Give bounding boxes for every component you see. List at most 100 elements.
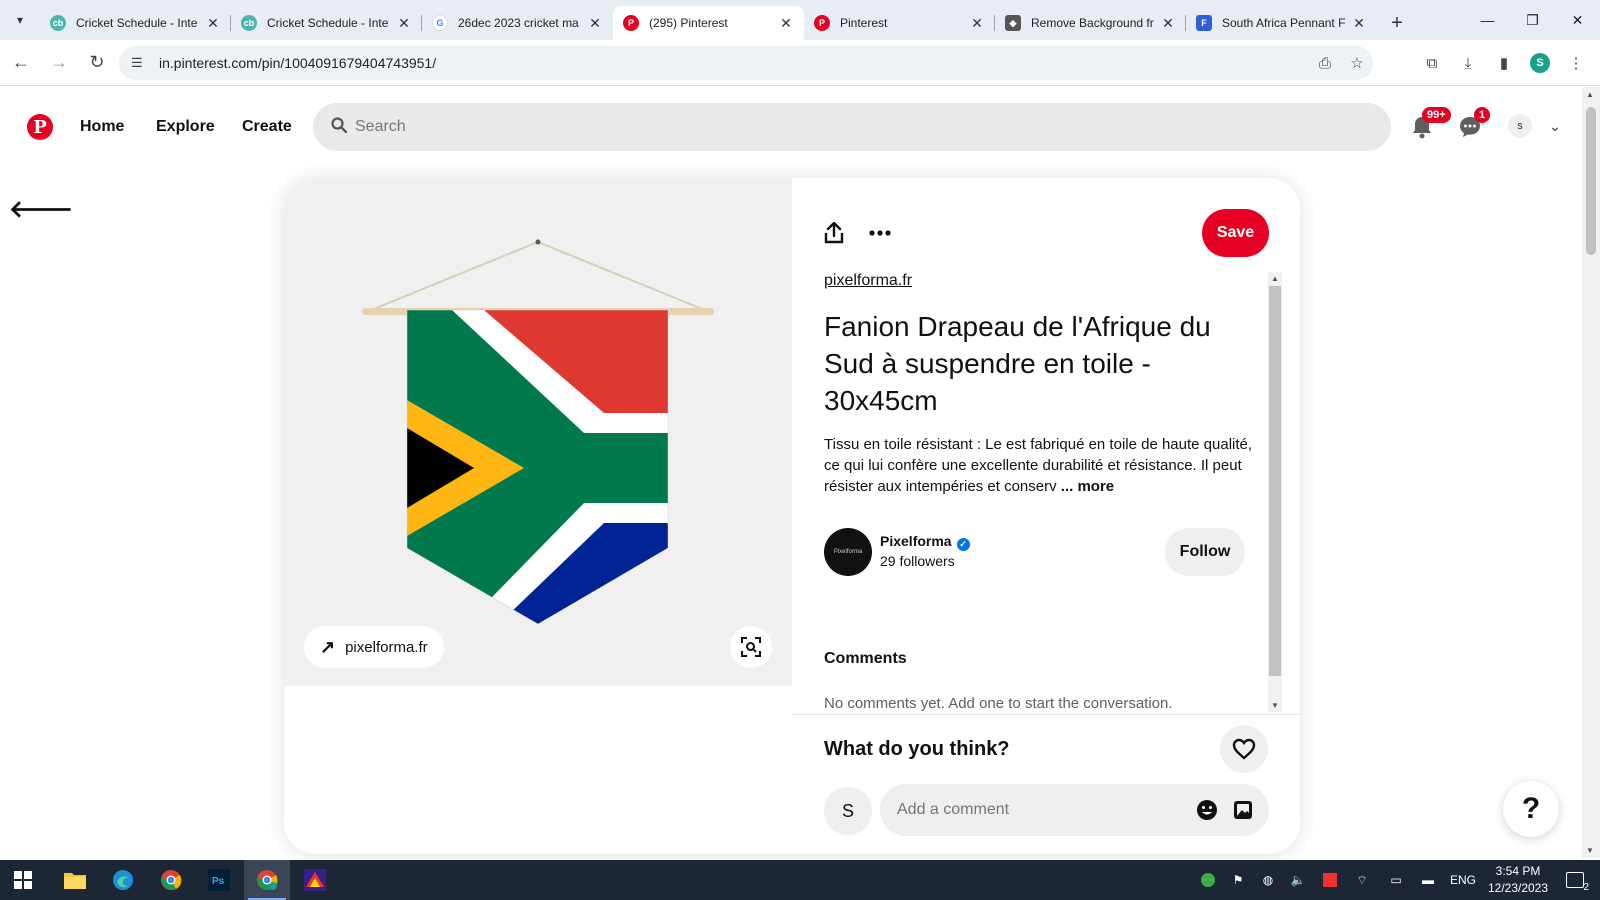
volume-icon[interactable]: 🔈 <box>1286 860 1310 900</box>
comment-placeholder: Add a comment <box>897 801 1010 818</box>
chrome-profile-icon[interactable] <box>244 860 290 900</box>
windows-start-icon[interactable] <box>0 860 46 900</box>
close-icon[interactable]: ✕ <box>587 15 603 32</box>
scrollbar-thumb[interactable] <box>1586 107 1596 255</box>
browser-tab-strip: ▾ cb Cricket Schedule - Inte ✕ cb Cricke… <box>0 0 1600 40</box>
tab-search-button[interactable]: ▾ <box>8 8 32 32</box>
tab-cricket-1[interactable]: cb Cricket Schedule - Inte ✕ <box>40 6 231 40</box>
menu-kebab-icon[interactable]: ⋮ <box>1558 46 1594 80</box>
close-icon[interactable]: ✕ <box>1160 15 1176 32</box>
help-button[interactable]: ? <box>1503 781 1559 837</box>
comment-input[interactable]: Add a comment <box>880 784 1269 836</box>
scroll-up-icon[interactable]: ▲ <box>1271 274 1279 283</box>
save-button[interactable]: Save <box>1202 209 1269 257</box>
details-scrollbar[interactable]: ▲ ▼ <box>1268 272 1282 712</box>
close-icon[interactable]: ✕ <box>778 15 794 32</box>
creator-name[interactable]: Pixelforma ✓ <box>880 533 970 551</box>
more-link[interactable]: ... more <box>1061 478 1114 495</box>
site-info-icon[interactable]: ☰ <box>131 55 155 71</box>
battery-icon[interactable]: ▬ <box>1416 860 1440 900</box>
side-panel-icon[interactable]: ▮ <box>1486 46 1522 80</box>
bookmark-star-icon[interactable]: ☆ <box>1341 54 1373 72</box>
chrome-tray-icon[interactable]: ◍ <box>1256 860 1280 900</box>
scroll-up-icon[interactable]: ▲ <box>1586 90 1594 99</box>
chevron-down-icon[interactable]: ⌄ <box>1545 114 1565 138</box>
tab-remove-background[interactable]: ◆ Remove Background fr ✕ <box>995 6 1186 40</box>
file-explorer-icon[interactable] <box>52 860 98 900</box>
chrome-icon[interactable] <box>148 860 194 900</box>
display-icon[interactable]: ▭ <box>1384 860 1408 900</box>
url-text[interactable]: in.pinterest.com/pin/1004091679404743951… <box>159 55 1309 71</box>
notifications-bell-icon[interactable]: 99+ <box>1404 107 1451 145</box>
reload-icon[interactable]: ↻ <box>80 46 114 80</box>
scrollbar-thumb[interactable] <box>1269 286 1281 676</box>
tab-title: Remove Background fr <box>1031 16 1154 30</box>
tab-google-search[interactable]: G 26dec 2023 cricket ma ✕ <box>422 6 613 40</box>
tab-title: Cricket Schedule - Inte <box>76 16 198 30</box>
close-window-icon[interactable]: ✕ <box>1555 0 1600 40</box>
notifications-badge: 99+ <box>1422 107 1451 123</box>
share-icon[interactable] <box>816 215 852 251</box>
creator-name-text: Pixelforma <box>880 533 952 549</box>
edge-browser-icon[interactable] <box>100 860 146 900</box>
visit-source-button[interactable]: ↗ pixelforma.fr <box>304 626 444 668</box>
network-share-icon[interactable]: ⚑ <box>1226 860 1250 900</box>
search-input[interactable]: Search <box>313 103 1391 151</box>
close-icon[interactable]: ✕ <box>1351 15 1367 32</box>
new-tab-button[interactable]: + <box>1383 9 1411 37</box>
close-icon[interactable]: ✕ <box>205 15 221 32</box>
language-indicator[interactable]: ENG <box>1446 860 1480 900</box>
divider <box>792 714 1300 715</box>
nav-create[interactable]: Create <box>242 111 292 143</box>
emoji-icon[interactable] <box>1189 792 1225 828</box>
comments-heading[interactable]: Comments <box>824 650 907 668</box>
tab-cricket-2[interactable]: cb Cricket Schedule - Inte ✕ <box>231 6 422 40</box>
more-options-icon[interactable] <box>862 215 898 251</box>
tab-south-africa-pennant[interactable]: F South Africa Pennant F ✕ <box>1186 6 1377 40</box>
nav-explore[interactable]: Explore <box>156 111 215 143</box>
minimize-icon[interactable]: — <box>1465 0 1510 40</box>
what-do-you-think-label: What do you think? <box>824 738 1010 760</box>
install-app-icon[interactable]: ⎙ <box>1309 55 1341 72</box>
page-scrollbar[interactable]: ▲ ▼ <box>1582 87 1600 858</box>
nav-home[interactable]: Home <box>80 111 124 143</box>
close-icon[interactable]: ✕ <box>396 15 412 32</box>
windows-taskbar: Ps ⚑ ◍ 🔈 ⌔ ▭ ▬ ENG 3:54 PM 12/23/2023 2 <box>0 860 1600 900</box>
forward-icon[interactable]: → <box>42 46 76 80</box>
source-link[interactable]: pixelforma.fr <box>824 272 912 290</box>
download-icon[interactable]: ⤓ <box>1450 46 1486 80</box>
follow-button[interactable]: Follow <box>1165 528 1245 576</box>
pin-image-area[interactable]: ↗ pixelforma.fr <box>284 178 792 686</box>
clock[interactable]: 3:54 PM 12/23/2023 <box>1478 863 1558 897</box>
security-tray-icon[interactable] <box>1196 860 1220 900</box>
tab-title: (295) Pinterest <box>649 16 728 30</box>
close-icon[interactable]: ✕ <box>969 15 985 32</box>
creator-avatar[interactable]: Pixelforma <box>824 528 872 576</box>
wifi-icon[interactable]: ⌔ <box>1350 860 1374 900</box>
address-bar[interactable]: ☰ in.pinterest.com/pin/10040916794047439… <box>119 46 1373 80</box>
visual-search-icon[interactable] <box>730 626 772 668</box>
heart-react-icon[interactable] <box>1220 725 1268 773</box>
google-icon: G <box>432 15 448 31</box>
app-tray-icon[interactable] <box>1318 860 1342 900</box>
image-upload-icon[interactable] <box>1225 792 1261 828</box>
scroll-down-icon[interactable]: ▼ <box>1586 846 1594 855</box>
arrow-up-right-icon: ↗ <box>320 636 336 657</box>
back-icon[interactable]: ← <box>4 46 38 80</box>
extensions-icon[interactable]: ⧉ <box>1414 46 1450 80</box>
tab-pinterest-active[interactable]: P (295) Pinterest ✕ <box>613 6 804 40</box>
photoshop-icon[interactable]: Ps <box>196 860 242 900</box>
notification-center-icon[interactable]: 2 <box>1558 860 1592 900</box>
scroll-down-icon[interactable]: ▼ <box>1271 701 1279 710</box>
user-avatar[interactable]: s <box>1508 114 1532 138</box>
restore-icon[interactable]: ❐ <box>1510 0 1555 40</box>
app-icon[interactable] <box>292 860 338 900</box>
pinterest-logo-icon[interactable]: P <box>27 114 53 140</box>
tab-pinterest[interactable]: P Pinterest ✕ <box>804 6 995 40</box>
back-arrow-icon[interactable]: 🡐 <box>9 194 73 224</box>
tab-title: South Africa Pennant F <box>1222 16 1346 30</box>
tab-title: Cricket Schedule - Inte <box>267 16 389 30</box>
profile-avatar[interactable]: S <box>1522 46 1558 80</box>
messages-icon[interactable]: 1 <box>1452 107 1491 145</box>
pin-details: Save ▲ ▼ pixelforma.fr Fanion Drapeau de… <box>792 178 1300 854</box>
